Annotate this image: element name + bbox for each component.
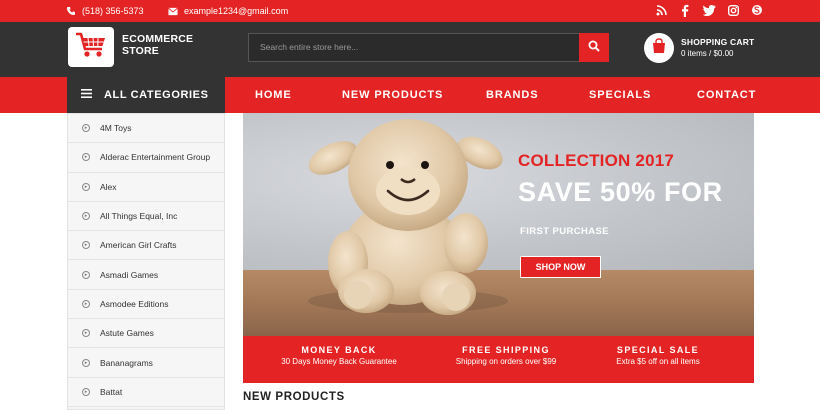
social-links <box>654 3 764 17</box>
search-input[interactable]: Search entire store here... <box>248 33 580 62</box>
phone-contact[interactable]: (518) 356-5373 <box>66 0 144 22</box>
arrow-circle-icon: ▸ <box>82 124 90 133</box>
features-bar: MONEY BACK 30 Days Money Back Guarantee … <box>243 336 754 383</box>
teddy-lamb-image <box>308 119 508 315</box>
category-label: Asmodee Editions <box>100 298 169 309</box>
header: ECOMMERCE STORE Search entire store here… <box>0 22 820 77</box>
feature-title: SPECIAL SALE <box>616 345 700 355</box>
category-item[interactable]: ▸ Asmadi Games <box>68 260 224 290</box>
nav-specials[interactable]: SPECIALS <box>589 77 651 113</box>
brand-line-1: ECOMMERCE <box>122 33 194 45</box>
facebook-icon[interactable] <box>678 3 692 17</box>
arrow-circle-icon: ▸ <box>82 299 90 308</box>
arrow-circle-icon: ▸ <box>82 241 90 250</box>
nav-contact[interactable]: CONTACT <box>697 77 756 113</box>
banner-subline: FIRST PURCHASE <box>520 226 609 237</box>
mail-icon <box>168 6 178 16</box>
arrow-circle-icon: ▸ <box>82 358 90 367</box>
feature-money-back: MONEY BACK 30 Days Money Back Guarantee <box>254 345 424 366</box>
store-name[interactable]: ECOMMERCE STORE <box>122 33 193 57</box>
twitter-icon[interactable] <box>702 3 716 17</box>
cart-title[interactable]: SHOPPING CART <box>681 37 754 47</box>
search-icon <box>588 39 600 57</box>
nav-brands[interactable]: BRANDS <box>486 77 538 113</box>
feature-desc: Shipping on orders over $99 <box>455 357 557 366</box>
category-label: American Girl Crafts <box>100 240 177 251</box>
arrow-circle-icon: ▸ <box>82 329 90 338</box>
feature-title: MONEY BACK <box>301 345 377 355</box>
feature-free-shipping: FREE SHIPPING Shipping on orders over $9… <box>421 345 591 366</box>
category-label: Alderac Entertainment Group <box>100 152 211 163</box>
nav-home[interactable]: HOME <box>255 77 292 113</box>
all-categories-label: ALL CATEGORIES <box>104 89 209 101</box>
store-logo[interactable] <box>68 27 114 67</box>
hero-banner[interactable]: COLLECTION 2017 SAVE 50% FOR FIRST PURCH… <box>243 113 754 336</box>
email-contact[interactable]: example1234@gmail.com <box>168 0 288 22</box>
shop-now-button[interactable]: SHOP NOW <box>520 256 601 278</box>
all-categories-button[interactable]: ALL CATEGORIES <box>67 77 225 113</box>
category-item[interactable]: ▸ Asmodee Editions <box>68 290 224 320</box>
feature-desc: 30 Days Money Back Guarantee <box>281 357 397 366</box>
brand-line-2: STORE <box>122 45 159 57</box>
top-bar: (518) 356-5373 example1234@gmail.com <box>0 0 820 22</box>
category-item[interactable]: ▸ Battat <box>68 378 224 407</box>
cart-summary[interactable]: 0 items / $0.00 <box>681 49 733 58</box>
menu-icon <box>81 89 92 101</box>
banner-headline: SAVE 50% FOR <box>518 177 723 207</box>
email-address: example1234@gmail.com <box>184 6 289 16</box>
shopping-bag-icon <box>651 37 667 59</box>
skype-icon[interactable] <box>750 3 764 17</box>
banner-title: COLLECTION 2017 <box>518 151 675 170</box>
category-item[interactable]: ▸ Alderac Entertainment Group <box>68 143 224 173</box>
category-label: All Things Equal, Inc <box>100 211 178 222</box>
rss-icon[interactable] <box>654 3 668 17</box>
category-item[interactable]: ▸ Astute Games <box>68 319 224 349</box>
instagram-icon[interactable] <box>726 3 740 17</box>
category-sidebar: ▸ 4M Toys ▸ Alderac Entertainment Group ▸ A… <box>67 113 225 410</box>
main-nav: ALL CATEGORIES HOME NEW PRODUCTS BRANDS … <box>0 77 820 113</box>
category-label: Astute Games <box>100 328 154 339</box>
category-item[interactable]: ▸ American Girl Crafts <box>68 231 224 261</box>
arrow-circle-icon: ▸ <box>82 212 90 221</box>
category-label: Alex <box>100 181 117 192</box>
arrow-circle-icon: ▸ <box>82 153 90 162</box>
cart-button[interactable] <box>644 33 674 63</box>
phone-icon <box>66 6 76 16</box>
shopping-cart-icon <box>74 31 108 64</box>
nav-new-products[interactable]: NEW PRODUCTS <box>342 77 443 113</box>
new-products-heading: NEW PRODUCTS <box>243 391 345 403</box>
category-label: Asmadi Games <box>100 269 159 280</box>
arrow-circle-icon: ▸ <box>82 270 90 279</box>
search-button[interactable] <box>579 33 609 62</box>
feature-special-sale: SPECIAL SALE Extra $5 off on all items <box>573 345 743 366</box>
feature-desc: Extra $5 off on all items <box>616 357 700 366</box>
feature-title: FREE SHIPPING <box>462 345 550 355</box>
category-label: Battat <box>100 386 123 397</box>
category-item[interactable]: ▸ 4M Toys <box>68 114 224 144</box>
category-label: Bananagrams <box>100 357 153 368</box>
arrow-circle-icon: ▸ <box>82 182 90 191</box>
category-label: 4M Toys <box>100 123 132 134</box>
phone-number: (518) 356-5373 <box>82 6 144 16</box>
category-item[interactable]: ▸ Alex <box>68 173 224 202</box>
arrow-circle-icon: ▸ <box>82 387 90 396</box>
category-item[interactable]: ▸ All Things Equal, Inc <box>68 202 224 232</box>
category-item[interactable]: ▸ Bananagrams <box>68 348 224 378</box>
